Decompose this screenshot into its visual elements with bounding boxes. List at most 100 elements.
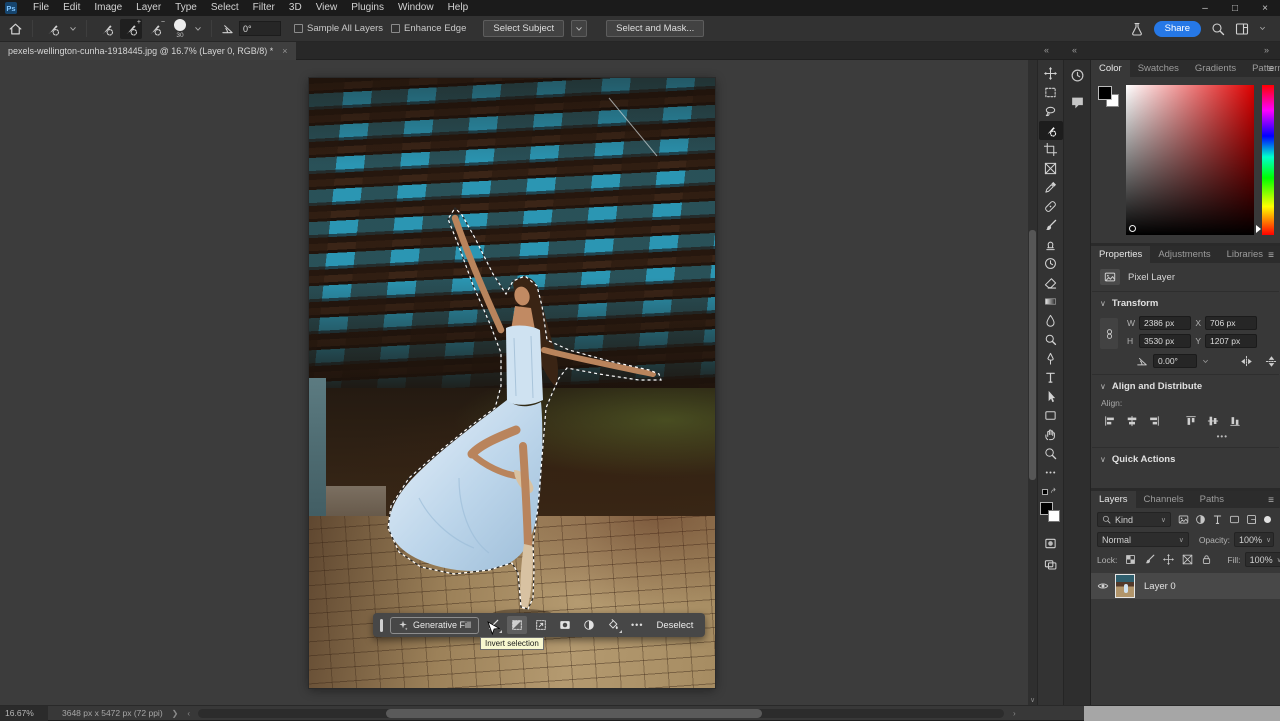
menu-window[interactable]: Window bbox=[391, 2, 441, 13]
transform-section-header[interactable]: ∨ Transform bbox=[1091, 292, 1280, 314]
layer-row[interactable]: Layer 0 bbox=[1091, 573, 1280, 599]
align-top-button[interactable] bbox=[1182, 414, 1199, 428]
taskbar-invert-selection-button[interactable] bbox=[507, 616, 527, 634]
chevron-down-icon[interactable] bbox=[194, 25, 202, 33]
hand-tool[interactable] bbox=[1039, 425, 1063, 444]
selection-mode-new-button[interactable] bbox=[96, 19, 118, 39]
zoom-level-field[interactable]: 16.67% bbox=[0, 706, 48, 721]
color-tab-gradients[interactable]: Gradients bbox=[1187, 60, 1244, 77]
eyedropper-tool[interactable] bbox=[1039, 178, 1063, 197]
filter-smart-object-button[interactable] bbox=[1243, 512, 1260, 527]
tool-preset-button[interactable] bbox=[42, 19, 64, 39]
hue-slider-marker[interactable] bbox=[1256, 225, 1261, 233]
menu-type[interactable]: Type bbox=[168, 2, 204, 13]
properties-tab-libraries[interactable]: Libraries bbox=[1219, 246, 1271, 263]
saturation-brightness-field[interactable] bbox=[1126, 85, 1254, 235]
history-panel-icon[interactable] bbox=[1070, 68, 1085, 83]
foreground-background-swatches[interactable] bbox=[1040, 502, 1062, 528]
scrollbar-thumb[interactable] bbox=[386, 709, 762, 718]
document-tab[interactable]: pexels-wellington-cunha-1918445.jpg @ 16… bbox=[0, 42, 296, 60]
scroll-right-icon[interactable]: › bbox=[1013, 709, 1016, 718]
blend-mode-combo[interactable]: Normal ∨ bbox=[1097, 532, 1189, 547]
filter-toggle-icon[interactable] bbox=[1264, 516, 1271, 523]
checkbox-sample-all-layers[interactable]: Sample All Layers bbox=[294, 23, 383, 34]
taskbar-create-mask-button[interactable] bbox=[555, 616, 575, 634]
dodge-tool[interactable] bbox=[1039, 330, 1063, 349]
pen-tool[interactable] bbox=[1039, 349, 1063, 368]
maximize-icon[interactable]: □ bbox=[1220, 0, 1250, 16]
scrollbar-thumb[interactable] bbox=[1029, 230, 1036, 480]
healing-brush-tool[interactable] bbox=[1039, 197, 1063, 216]
move-tool[interactable] bbox=[1039, 64, 1063, 83]
screen-mode-button[interactable] bbox=[1039, 555, 1063, 574]
menu-3d[interactable]: 3D bbox=[282, 2, 309, 13]
search-icon[interactable] bbox=[1211, 22, 1225, 36]
properties-tab-properties[interactable]: Properties bbox=[1091, 246, 1150, 263]
layers-tab-paths[interactable]: Paths bbox=[1192, 491, 1232, 508]
flip-vertical-icon[interactable] bbox=[1265, 355, 1278, 368]
color-tab-patterns[interactable]: Patterns bbox=[1244, 60, 1280, 77]
chevron-down-icon[interactable] bbox=[69, 25, 77, 33]
collapse-toolbar-icon[interactable]: « bbox=[1044, 45, 1049, 55]
opacity-combo[interactable]: 100% ∨ bbox=[1234, 532, 1274, 547]
align-center-h-button[interactable] bbox=[1123, 414, 1140, 428]
filter-shape-button[interactable] bbox=[1226, 512, 1243, 527]
home-icon[interactable] bbox=[8, 21, 23, 36]
link-dimensions-button[interactable] bbox=[1100, 318, 1118, 349]
path-select-tool[interactable] bbox=[1039, 387, 1063, 406]
checkbox-box[interactable] bbox=[391, 24, 400, 33]
brush-tool[interactable] bbox=[1039, 216, 1063, 235]
select-subject-dropdown[interactable] bbox=[571, 20, 587, 37]
filter-half-circle-button[interactable] bbox=[1192, 512, 1209, 527]
lasso-tool[interactable] bbox=[1039, 102, 1063, 121]
beaker-icon[interactable] bbox=[1130, 22, 1144, 36]
menu-layer[interactable]: Layer bbox=[129, 2, 168, 13]
collapse-dock-icon[interactable]: « bbox=[1072, 45, 1077, 55]
quick-mask-button[interactable] bbox=[1039, 534, 1063, 553]
lock-brush-button[interactable] bbox=[1142, 553, 1156, 567]
lock-move-button[interactable] bbox=[1161, 553, 1175, 567]
align-right-button[interactable] bbox=[1145, 414, 1162, 428]
eraser-tool[interactable] bbox=[1039, 273, 1063, 292]
background-color-swatch[interactable] bbox=[1048, 510, 1060, 522]
clone-stamp-tool[interactable] bbox=[1039, 235, 1063, 254]
panel-menu-icon[interactable]: ≡ bbox=[1268, 250, 1274, 261]
tab-close-icon[interactable]: × bbox=[282, 46, 287, 56]
share-button[interactable]: Share bbox=[1154, 21, 1201, 37]
gradient-tool[interactable] bbox=[1039, 292, 1063, 311]
transform-h-input[interactable] bbox=[1139, 334, 1191, 348]
selection-mode-add-button[interactable]: + bbox=[120, 19, 142, 39]
frame-tool[interactable] bbox=[1039, 159, 1063, 178]
transform-y-input[interactable] bbox=[1205, 334, 1257, 348]
generative-fill-button[interactable]: Generative Fill bbox=[390, 617, 479, 634]
history-brush-tool[interactable] bbox=[1039, 254, 1063, 273]
lock-lock-button[interactable] bbox=[1199, 553, 1213, 567]
selection-brush-tool[interactable] bbox=[1039, 121, 1063, 140]
select-subject-button[interactable]: Select Subject bbox=[483, 20, 564, 37]
hue-slider[interactable] bbox=[1262, 85, 1274, 235]
align-section-header[interactable]: ∨ Align and Distribute bbox=[1091, 375, 1280, 397]
color-tab-color[interactable]: Color bbox=[1091, 60, 1130, 77]
lock-checkerboard-button[interactable] bbox=[1123, 553, 1137, 567]
taskbar-half-circle-button[interactable] bbox=[579, 616, 599, 634]
layer-filter-kind-combo[interactable]: Kind ∨ bbox=[1097, 512, 1171, 527]
panel-menu-icon[interactable]: ≡ bbox=[1268, 495, 1274, 506]
expand-panels-icon[interactable]: » bbox=[1264, 45, 1269, 55]
menu-select[interactable]: Select bbox=[204, 2, 246, 13]
filter-type-button[interactable] bbox=[1209, 512, 1226, 527]
menu-file[interactable]: File bbox=[26, 2, 56, 13]
canvas-vertical-scrollbar[interactable]: ∨ bbox=[1028, 60, 1037, 705]
type-tool[interactable] bbox=[1039, 368, 1063, 387]
deselect-button[interactable]: Deselect bbox=[651, 620, 698, 631]
menu-filter[interactable]: Filter bbox=[246, 2, 282, 13]
scroll-down-icon[interactable]: ∨ bbox=[1028, 696, 1037, 704]
marquee-tool[interactable] bbox=[1039, 83, 1063, 102]
align-middle-v-button[interactable] bbox=[1204, 414, 1221, 428]
close-icon[interactable]: × bbox=[1250, 0, 1280, 16]
foreground-color-swatch[interactable] bbox=[1098, 86, 1112, 100]
quick-actions-header[interactable]: ∨ Quick Actions bbox=[1091, 448, 1280, 470]
layer-thumbnail[interactable] bbox=[1115, 574, 1135, 598]
minimize-icon[interactable]: – bbox=[1190, 0, 1220, 16]
taskbar-more-button[interactable]: ••• bbox=[627, 620, 647, 630]
taskbar-drag-handle[interactable] bbox=[380, 619, 383, 632]
